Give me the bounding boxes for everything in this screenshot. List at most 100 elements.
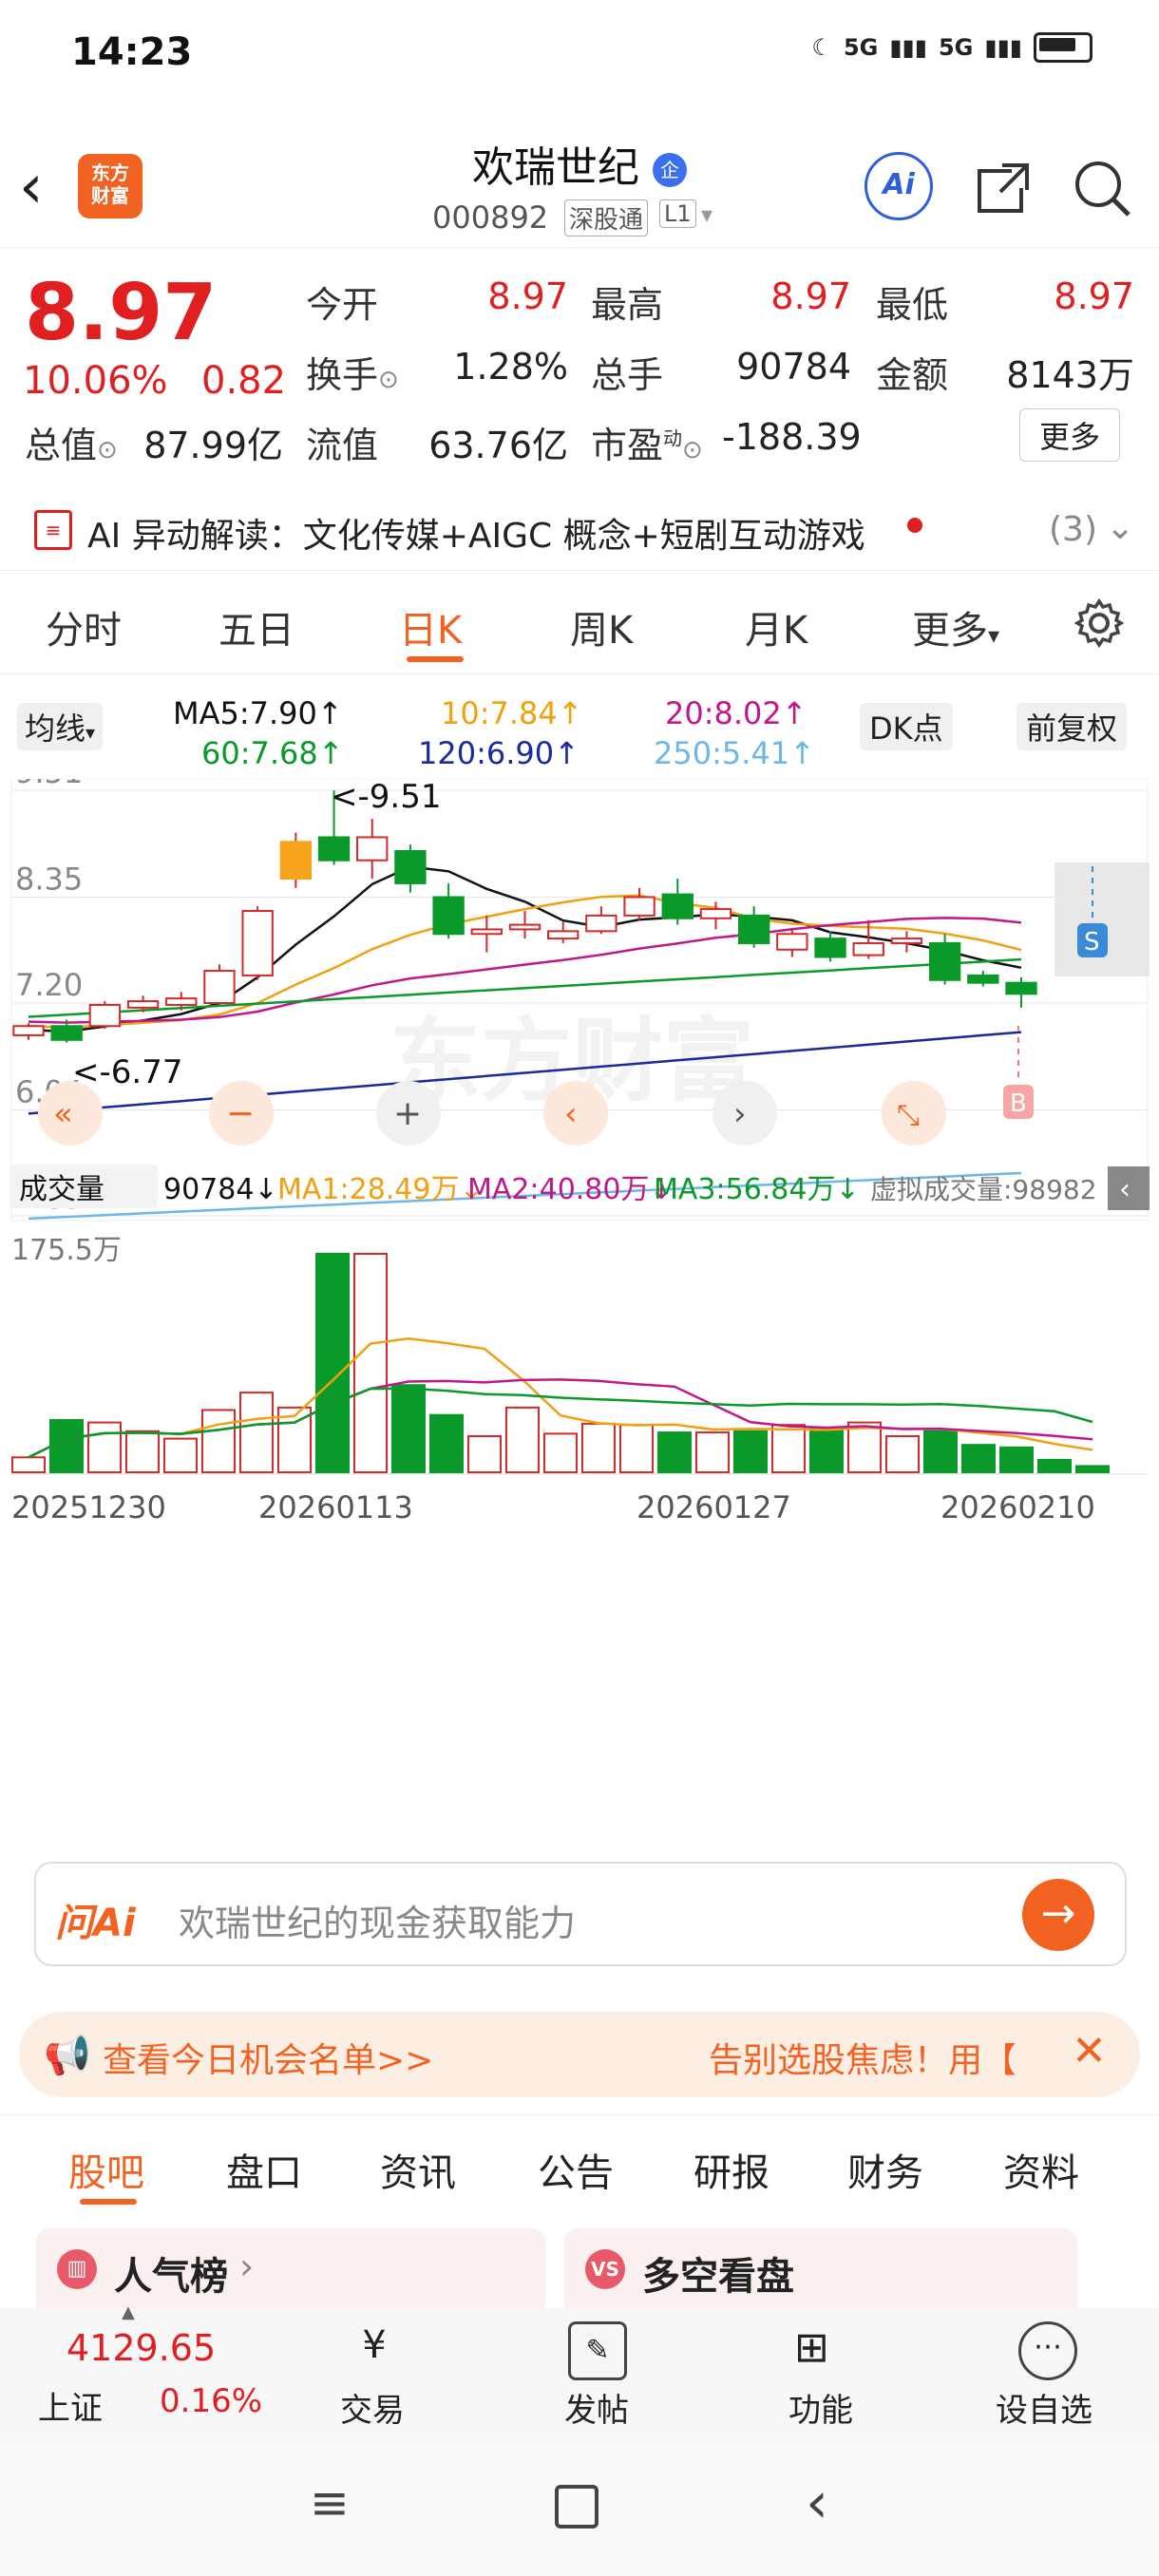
volume-axis-top: 175.5万 (11, 1234, 122, 1267)
trade-icon[interactable]: ¥ (344, 2323, 405, 2375)
volume-bar (847, 1421, 882, 1474)
nav-watchlist[interactable]: 设自选 (996, 2384, 1092, 2431)
more-quote-button[interactable]: 更多 (1019, 408, 1121, 462)
ma120-value: 120:6.90↑ (418, 735, 580, 771)
promo-right-text: 告别选股焦虑！用【 (709, 2041, 1017, 2080)
more-dots-icon[interactable]: ⋯ (1018, 2321, 1077, 2380)
adjust-button[interactable]: 前复权 (1016, 703, 1128, 750)
kline-svg[interactable]: 东方财富 9.518.357.206.044.89 <-9.51 <-6.77 … (0, 779, 1159, 1843)
chevron-down-icon[interactable]: ⌄ (1106, 508, 1134, 547)
index-up-caret-icon: ▲ (122, 2302, 135, 2322)
index-change: 0.16% (160, 2382, 263, 2420)
index-value[interactable]: 4129.65 (66, 2327, 216, 2369)
pe-value: -188.39 (722, 416, 862, 458)
mktcap-label[interactable]: 总值⊙ (25, 416, 118, 468)
popularity-card[interactable]: ▥ 人气榜 › (36, 2228, 545, 2308)
nav-functions[interactable]: 功能 (788, 2384, 853, 2431)
close-icon[interactable]: ✕ (1072, 2027, 1107, 2075)
tab-intraday[interactable]: 分时 (46, 599, 122, 654)
megaphone-icon: 📢 (44, 2034, 91, 2077)
volume-bar (87, 1421, 122, 1474)
tab-forum[interactable]: 股吧 (68, 2142, 144, 2197)
caret-down-icon[interactable]: ▾ (701, 201, 712, 228)
bull-bear-card[interactable]: VS 多空看盘 (564, 2228, 1077, 2308)
candle (699, 908, 732, 919)
ask-ai-label: 问Ai (55, 1902, 136, 1945)
volume-bar (239, 1392, 274, 1474)
level-badge[interactable]: L1 (659, 199, 696, 228)
tab-weekly-k[interactable]: 周K (570, 599, 633, 654)
volume-bar (543, 1432, 578, 1474)
ma-selector[interactable]: 均线▾ (17, 703, 104, 750)
candle (12, 1025, 45, 1036)
high-annotation: <-9.51 (331, 779, 441, 816)
status-icons: ☾ 5G ▮▮▮ 5G ▮▮▮ (811, 32, 1092, 63)
candle (279, 841, 313, 881)
candle (928, 941, 961, 981)
promo-banner[interactable]: 📢 查看今日机会名单>> 告别选股焦虑！用【 ✕ (19, 2012, 1140, 2097)
share-icon[interactable] (974, 160, 1033, 220)
volume-bar (619, 1424, 654, 1473)
tab-five-day[interactable]: 五日 (218, 599, 294, 654)
ask-ai-box[interactable]: 问Ai 欢瑞世纪的现金获取能力 → (34, 1862, 1127, 1966)
chevron-right-icon: › (239, 2245, 255, 2287)
volume-value: 90784 (736, 346, 851, 388)
price-axis-label: 7.20 (15, 967, 83, 1003)
volume-selector[interactable]: 成交量 (19, 1173, 104, 1206)
pe-label[interactable]: 市盈动⊙ (591, 416, 703, 468)
tab-monthly-k[interactable]: 月K (745, 599, 808, 654)
search-icon[interactable] (1072, 158, 1132, 222)
volume-bars (11, 1253, 1110, 1474)
high-label: 最高 (591, 284, 664, 326)
tab-announcements[interactable]: 公告 (538, 2142, 614, 2197)
ai-insight-text: AI 异动解读：文化传媒+AIGC 概念+短剧互动游戏 (87, 517, 865, 556)
tab-news[interactable]: 资讯 (380, 2142, 456, 2197)
promo-left-text: 查看今日机会名单>> (103, 2041, 434, 2080)
price-axis-labels: 9.518.357.206.044.89 (15, 779, 83, 1216)
svg-text:−: − (226, 1094, 255, 1133)
volume-bar (391, 1384, 426, 1473)
menu-icon[interactable]: ≡ (310, 2475, 350, 2530)
home-icon[interactable] (555, 2485, 598, 2529)
candle (126, 1000, 160, 1009)
date-label: 20260127 (636, 1489, 791, 1525)
nav-post[interactable]: 发帖 (564, 2384, 629, 2431)
turnover-label[interactable]: 换手⊙ (306, 346, 399, 398)
volume-bar (771, 1424, 806, 1473)
volume-bar (467, 1434, 502, 1474)
kline-chart-area[interactable]: 均线▾ MA5:7.90↑ 10:7.84↑ 20:8.02↑ 60:7.68↑… (0, 674, 1159, 1833)
back-nav-icon[interactable]: ‹ (806, 2470, 828, 2536)
candle (165, 997, 198, 1006)
svg-text:›: › (733, 1095, 747, 1133)
volume-bar (49, 1418, 84, 1474)
tab-financials[interactable]: 财务 (847, 2142, 923, 2197)
ma20-value: 20:8.02↑ (665, 695, 808, 731)
open-value: 8.97 (487, 275, 568, 317)
candle (1005, 981, 1037, 995)
dk-point-button[interactable]: DK点 (860, 703, 953, 750)
candle (203, 970, 236, 1004)
tab-orderbook[interactable]: 盘口 (226, 2142, 302, 2197)
date-label: 20260210 (940, 1489, 1095, 1525)
volume-bar (581, 1422, 616, 1474)
tab-more[interactable]: 更多▾ (912, 599, 999, 654)
tab-profile[interactable]: 资料 (1003, 2142, 1079, 2197)
open-label: 今开 (306, 284, 379, 326)
send-arrow-icon[interactable]: → (1022, 1879, 1094, 1951)
tab-research[interactable]: 研报 (694, 2142, 770, 2197)
market-badge[interactable]: 深股通 (564, 199, 649, 237)
low-value: 8.97 (1054, 275, 1134, 317)
high-value: 8.97 (770, 275, 851, 317)
nav-trade[interactable]: 交易 (340, 2384, 405, 2431)
change-amount: 0.82 (201, 359, 287, 403)
apps-icon[interactable]: ⊞ (794, 2323, 829, 2372)
chart-period-tabs: 分时 五日 日K 周K 月K 更多▾ (0, 570, 1159, 674)
popularity-title: 人气榜 (114, 2255, 228, 2299)
ask-ai-placeholder[interactable]: 欢瑞世纪的现金获取能力 (179, 1894, 576, 1946)
settings-icon[interactable] (1074, 597, 1125, 653)
svg-text:‹: ‹ (564, 1095, 578, 1133)
tab-daily-k[interactable]: 日K (399, 599, 462, 654)
ai-insight-row[interactable]: ≡ AI 异动解读：文化传媒+AIGC 概念+短剧互动游戏 (3) ⌄ (0, 499, 1159, 565)
post-icon[interactable]: ✎ (568, 2321, 627, 2380)
ai-button[interactable]: Ai (864, 152, 933, 220)
